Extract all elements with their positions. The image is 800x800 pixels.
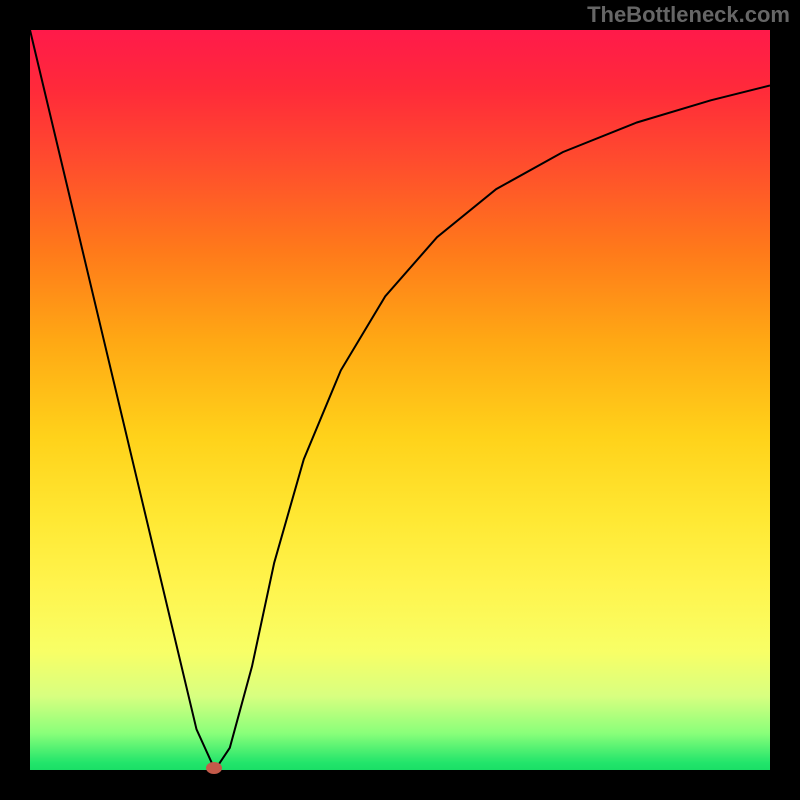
optimal-point-marker bbox=[206, 762, 222, 774]
watermark-text: TheBottleneck.com bbox=[587, 2, 790, 28]
curve-layer bbox=[30, 30, 770, 770]
plot-area bbox=[30, 30, 770, 770]
bottleneck-curve-path bbox=[30, 30, 770, 770]
